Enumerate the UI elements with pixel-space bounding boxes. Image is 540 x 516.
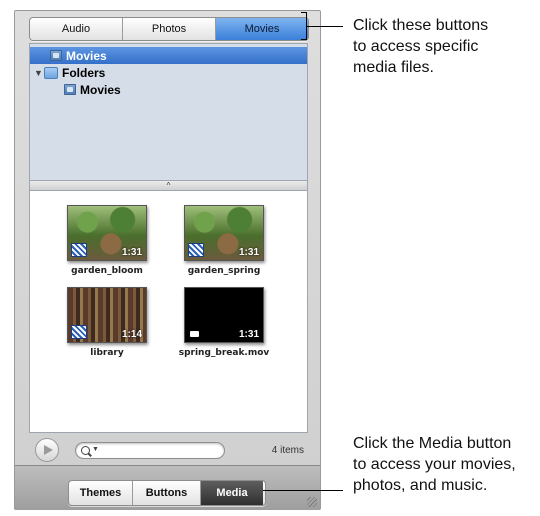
callout-leader-line (306, 26, 343, 27)
photos-tab[interactable]: Photos (123, 18, 216, 40)
media-duration: 1:14 (121, 329, 142, 340)
media-item[interactable]: 1:14 library (47, 287, 167, 358)
media-browser: 1:31 garden_bloom 1:31 garden_spring 1:1… (29, 190, 308, 433)
callout-line-text: to access your movies, (353, 456, 516, 473)
folder-icon (64, 84, 76, 95)
pane-selector: Themes Buttons Media (68, 480, 266, 506)
media-thumbnail[interactable]: 1:31 (184, 205, 264, 261)
callout-leader-line (263, 490, 343, 491)
tree-item-folders[interactable]: ▼ Folders (30, 64, 307, 81)
play-button[interactable] (35, 438, 59, 462)
media-thumbnail[interactable]: 1:31 (67, 205, 147, 261)
callout-line-text: Click the Media button (353, 435, 512, 452)
media-thumbnail[interactable]: 1:14 (67, 287, 147, 343)
splitter-handle-icon: ^ (166, 181, 171, 190)
media-duration: 1:31 (238, 247, 259, 258)
callout-top: Click these buttons to access specific m… (353, 15, 488, 78)
folders-icon (44, 66, 58, 79)
callout-line-text: photos, and music. (353, 477, 488, 494)
media-name: garden_bloom (71, 266, 143, 276)
media-name: spring_break.mov (178, 348, 270, 358)
media-name: library (90, 348, 124, 358)
media-type-selector: Audio Photos Movies (29, 17, 309, 41)
media-item[interactable]: 1:31 garden_bloom (47, 205, 167, 276)
resize-grip-icon[interactable] (307, 497, 317, 507)
buttons-button[interactable]: Buttons (133, 481, 201, 505)
clapboard-icon (188, 243, 204, 257)
media-button[interactable]: Media (201, 481, 263, 505)
clapboard-icon (71, 325, 87, 339)
tree-item-label: Movies (80, 82, 121, 97)
media-panel: Audio Photos Movies Movies ▼ Folders Mov… (14, 10, 321, 510)
disclosure-triangle-icon[interactable]: ▼ (34, 68, 44, 78)
pane-switcher-bar: Themes Buttons Media (15, 465, 320, 510)
pane-splitter[interactable]: ^ (29, 181, 308, 190)
media-duration: 1:31 (238, 329, 259, 340)
tree-item-label: Folders (62, 65, 106, 80)
callout-bottom: Click the Media button to access your mo… (353, 433, 516, 496)
tree-item-label: Movies (66, 48, 107, 63)
movies-tab[interactable]: Movies (216, 18, 308, 40)
callout-line-text: media files. (353, 59, 434, 76)
source-list: Movies ▼ Folders Movies (29, 43, 308, 181)
tree-item-movies[interactable]: Movies (30, 47, 307, 64)
media-item[interactable]: 1:31 spring_break.mov (164, 287, 284, 358)
callout-line-text: to access specific (353, 38, 479, 55)
item-count: 4 items (271, 445, 304, 456)
media-thumbnail[interactable]: 1:31 (184, 287, 264, 343)
audio-tab[interactable]: Audio (30, 18, 123, 40)
camera-icon (190, 331, 199, 337)
clapboard-icon (71, 243, 87, 257)
callout-bracket (301, 12, 307, 13)
media-duration: 1:31 (121, 247, 142, 258)
search-field[interactable]: ▼ (75, 442, 225, 459)
tree-item-movies-subfolder[interactable]: Movies (30, 81, 307, 98)
callout-line-text: Click these buttons (353, 17, 489, 34)
callout-bracket (301, 39, 307, 40)
search-input[interactable] (102, 444, 217, 457)
chevron-down-icon[interactable]: ▼ (92, 446, 99, 453)
browser-toolbar: ▼ 4 items (29, 435, 308, 465)
folder-icon (50, 50, 62, 61)
themes-button[interactable]: Themes (69, 481, 133, 505)
media-name: garden_spring (187, 266, 261, 276)
media-item[interactable]: 1:31 garden_spring (164, 205, 284, 276)
